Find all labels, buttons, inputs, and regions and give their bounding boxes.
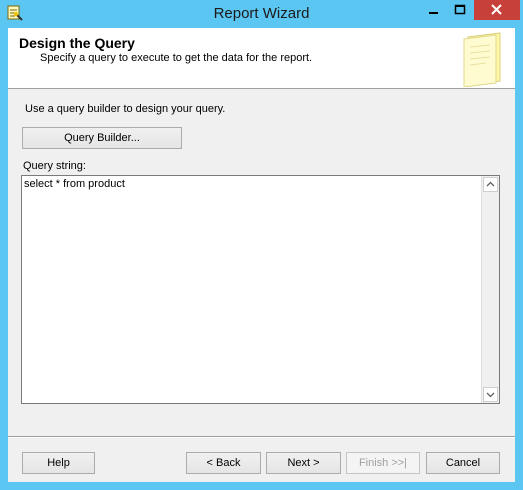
minimize-icon [429,12,438,14]
query-scrollbar[interactable] [481,176,499,403]
page-title: Design the Query [19,35,135,51]
wizard-header: Design the Query Specify a query to exec… [8,28,515,89]
dialog-client-area: Design the Query Specify a query to exec… [8,28,515,482]
page-subtitle: Specify a query to execute to get the da… [40,52,313,64]
minimize-button[interactable] [420,0,446,20]
finish-button[interactable]: Finish >>| [346,452,420,474]
instruction-text: Use a query builder to design your query… [25,103,226,115]
title-bar[interactable]: Report Wizard [0,0,523,28]
cancel-button[interactable]: Cancel [426,452,500,474]
query-string-label: Query string: [23,160,86,172]
query-builder-button[interactable]: Query Builder... [22,127,182,149]
maximize-button[interactable] [447,0,473,20]
close-button[interactable] [474,0,520,20]
close-icon [491,4,502,15]
report-wizard-window: Report Wizard Design the Query Specify a… [0,0,523,490]
query-string-input[interactable]: select * from product [21,175,500,404]
next-button[interactable]: Next > [266,452,341,474]
maximize-icon [454,4,466,15]
scroll-down-icon [486,392,495,398]
scroll-up-button[interactable] [483,177,498,192]
footer-divider [8,436,515,438]
scroll-down-button[interactable] [483,387,498,402]
help-button[interactable]: Help [22,452,95,474]
notepad-icon [463,32,501,87]
query-string-value: select * from product [24,178,125,190]
back-button[interactable]: < Back [186,452,261,474]
scroll-up-icon [486,181,495,187]
